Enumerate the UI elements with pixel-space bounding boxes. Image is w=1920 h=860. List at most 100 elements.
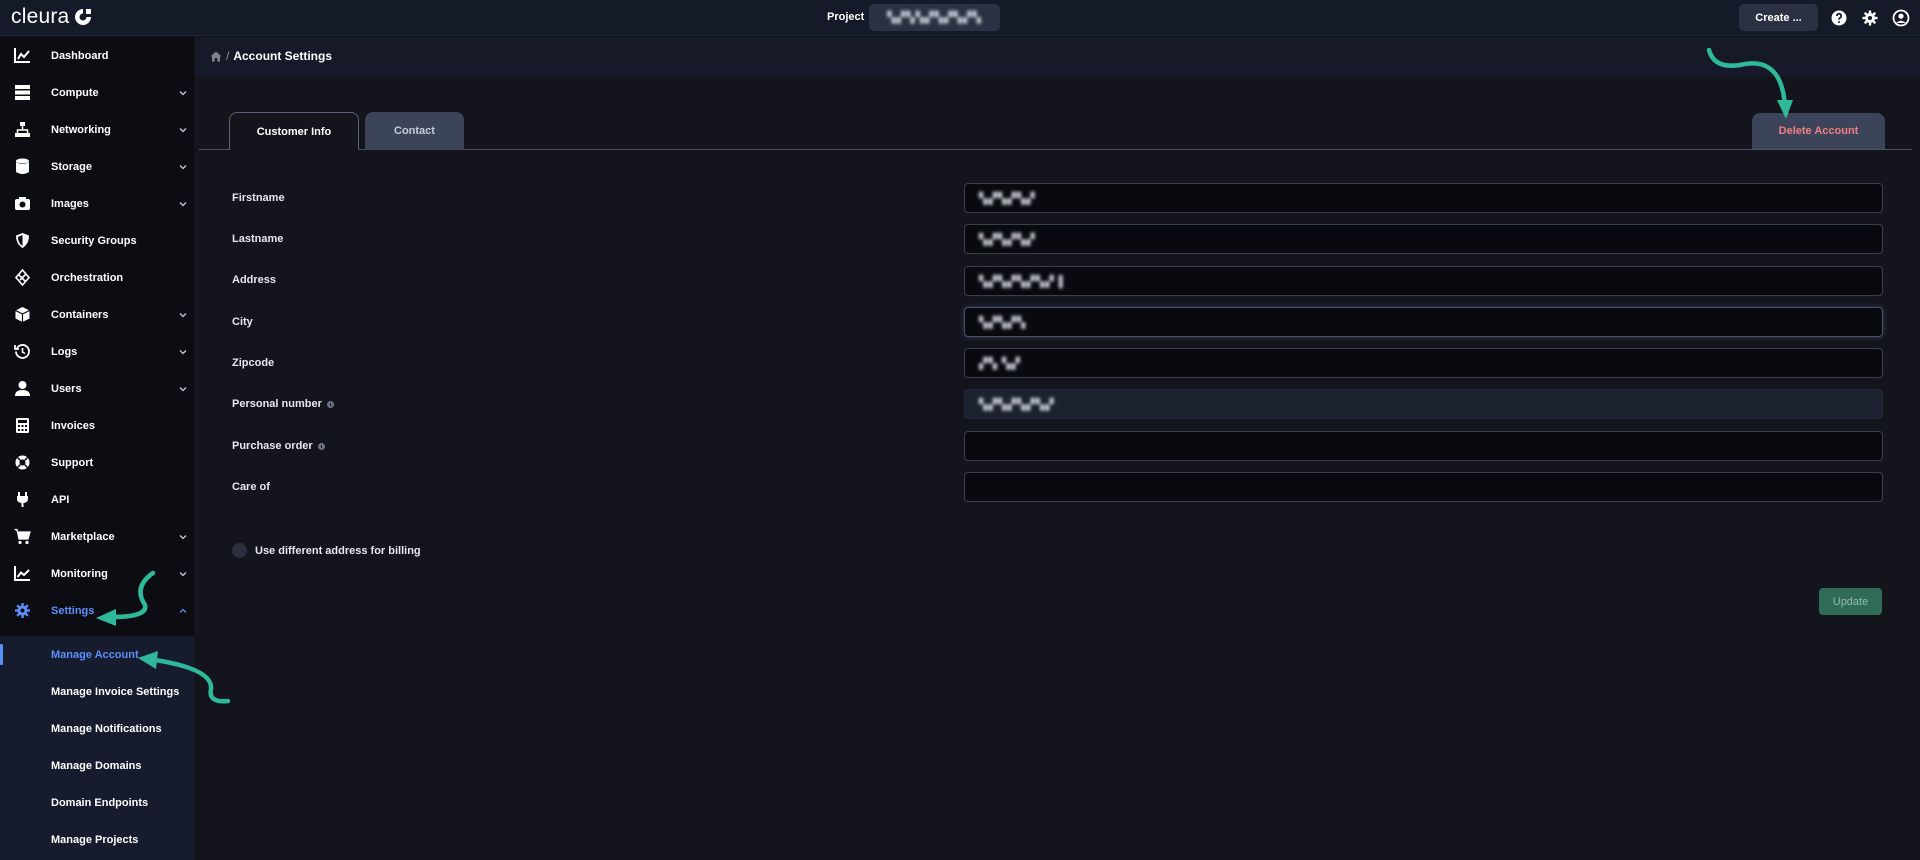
submenu-item-label: Manage Projects — [51, 833, 139, 846]
sidebar-item-dashboard[interactable]: Dashboard — [0, 37, 194, 74]
help-icon[interactable] — [1830, 9, 1848, 27]
billing-toggle-label: Use different address for billing — [255, 544, 421, 557]
project-value: ▚▞▚▚▞▚▞▚▞▚ — [887, 12, 982, 24]
toggle-switch[interactable] — [232, 543, 247, 558]
chevron-down-icon — [179, 164, 187, 169]
firstname-field[interactable]: ▚▞▚▞▚▞ — [964, 183, 1883, 213]
purchase-order-field[interactable] — [964, 431, 1883, 461]
calculator-icon — [16, 418, 29, 433]
sidebar-item-label: Marketplace — [51, 530, 115, 543]
field-value: ▚▞▚▞▚▞▚▞ ▌ — [979, 275, 1068, 288]
user-account-icon[interactable] — [1892, 9, 1910, 27]
chevron-down-icon — [179, 386, 187, 391]
address-label: Address — [232, 274, 276, 286]
submenu-item-manage-invoice-settings[interactable]: Manage Invoice Settings — [0, 673, 194, 710]
page-title: Account Settings — [233, 49, 333, 63]
chevron-up-icon — [179, 608, 187, 613]
sidebar-item-label: Security Groups — [51, 234, 137, 247]
sidebar-item-storage[interactable]: Storage — [0, 148, 194, 185]
lifebuoy-icon — [15, 455, 30, 470]
field-label-text: City — [232, 316, 253, 328]
database-icon — [16, 158, 29, 174]
chevron-down-icon — [179, 349, 187, 354]
purchase-order-label: Purchase order — [232, 440, 325, 452]
zipcode-field[interactable]: ▞▚ ▚▞ — [964, 348, 1883, 378]
tab-contact[interactable]: Contact — [365, 112, 464, 150]
home-icon[interactable] — [210, 51, 222, 62]
cube-icon — [15, 307, 30, 322]
sidebar-item-orchestration[interactable]: Orchestration — [0, 259, 194, 296]
logo-mark-icon — [75, 9, 92, 25]
sidebar-item-api[interactable]: API — [0, 481, 194, 518]
sidebar-item-images[interactable]: Images — [0, 185, 194, 222]
submenu-item-manage-domains[interactable]: Manage Domains — [0, 747, 194, 784]
cleura-logo[interactable]: cleura — [11, 3, 93, 31]
sidebar-item-users[interactable]: Users — [0, 370, 194, 407]
submenu-item-label: Manage Invoice Settings — [51, 685, 180, 698]
user-icon — [15, 381, 30, 396]
top-bar: cleura Project ▚▞▚▚▞▚▞▚▞▚ Create ... — [0, 0, 1920, 36]
sidebar-item-support[interactable]: Support — [0, 444, 194, 481]
personal-number-label: Personal number — [232, 398, 334, 410]
plug-icon — [17, 492, 28, 507]
chevron-down-icon — [179, 127, 187, 132]
care-of-label: Care of — [232, 481, 270, 493]
sidebar-item-label: API — [51, 493, 70, 506]
sidebar-item-monitoring[interactable]: Monitoring — [0, 555, 194, 592]
personal-number-field: ▚▞▚▞▚▞▚▞ — [964, 389, 1883, 419]
camera-icon — [15, 197, 30, 210]
sidebar-item-label: Compute — [51, 86, 99, 99]
sidebar-item-networking[interactable]: Networking — [0, 111, 194, 148]
sidebar-item-containers[interactable]: Containers — [0, 296, 194, 333]
history-icon — [14, 344, 30, 359]
trend-icon — [14, 566, 30, 581]
submenu-item-domain-endpoints[interactable]: Domain Endpoints — [0, 784, 194, 821]
firstname-label: Firstname — [232, 192, 285, 204]
breadcrumb-bar: / Account Settings — [195, 37, 1920, 77]
submenu-item-manage-account[interactable]: Manage Account — [0, 636, 194, 673]
field-label-text: Firstname — [232, 192, 285, 204]
sidebar-item-marketplace[interactable]: Marketplace — [0, 518, 194, 555]
chevron-down-icon — [179, 90, 187, 95]
zipcode-label: Zipcode — [232, 357, 274, 369]
update-button[interactable]: Update — [1819, 588, 1882, 615]
submenu-item-manage-projects[interactable]: Manage Projects — [0, 821, 194, 858]
care-of-field[interactable] — [964, 472, 1883, 502]
sidebar-item-invoices[interactable]: Invoices — [0, 407, 194, 444]
billing-address-toggle[interactable]: Use different address for billing — [232, 543, 421, 558]
chevron-down-icon — [179, 571, 187, 576]
network-icon — [15, 122, 30, 137]
field-label-text: Lastname — [232, 233, 284, 245]
create-button[interactable]: Create ... — [1739, 4, 1818, 31]
sidebar-item-compute[interactable]: Compute — [0, 74, 194, 111]
chevron-down-icon — [179, 312, 187, 317]
city-field[interactable]: ▚▞▚▞▚ — [964, 307, 1883, 337]
info-icon[interactable] — [317, 442, 325, 450]
sidebar-item-label: Invoices — [51, 419, 96, 432]
lastname-field[interactable]: ▚▞▚▞▚▞ — [964, 224, 1883, 254]
settings-submenu: Manage Account Manage Invoice Settings M… — [0, 636, 194, 860]
sidebar-item-logs[interactable]: Logs — [0, 333, 194, 370]
chevron-down-icon — [179, 201, 187, 206]
delete-account-button[interactable]: Delete Account — [1752, 113, 1885, 149]
sidebar-item-security-groups[interactable]: Security Groups — [0, 222, 194, 259]
settings-gear-icon[interactable] — [1861, 9, 1879, 27]
sidebar-item-label: Monitoring — [51, 567, 108, 580]
breadcrumb-separator: / — [226, 49, 230, 63]
logo-text: cleura — [11, 5, 70, 28]
project-select[interactable]: ▚▞▚▚▞▚▞▚▞▚ — [869, 4, 1000, 31]
info-icon[interactable] — [326, 400, 334, 408]
sidebar-item-label: Dashboard — [51, 49, 109, 62]
field-value: ▚▞▚▞▚▞ — [979, 233, 1036, 246]
field-label-text: Address — [232, 274, 277, 286]
chart-icon — [14, 48, 30, 63]
address-field[interactable]: ▚▞▚▞▚▞▚▞ ▌ — [964, 266, 1883, 296]
submenu-item-label: Manage Domains — [51, 759, 142, 772]
sidebar-item-label: Orchestration — [51, 271, 124, 284]
cart-icon — [14, 528, 31, 545]
tab-customer-info[interactable]: Customer Info — [229, 112, 359, 150]
field-label-text: Care of — [232, 481, 270, 493]
submenu-item-manage-notifications[interactable]: Manage Notifications — [0, 710, 194, 747]
sidebar-item-settings[interactable]: Settings — [0, 592, 194, 629]
chevron-down-icon — [179, 534, 187, 539]
